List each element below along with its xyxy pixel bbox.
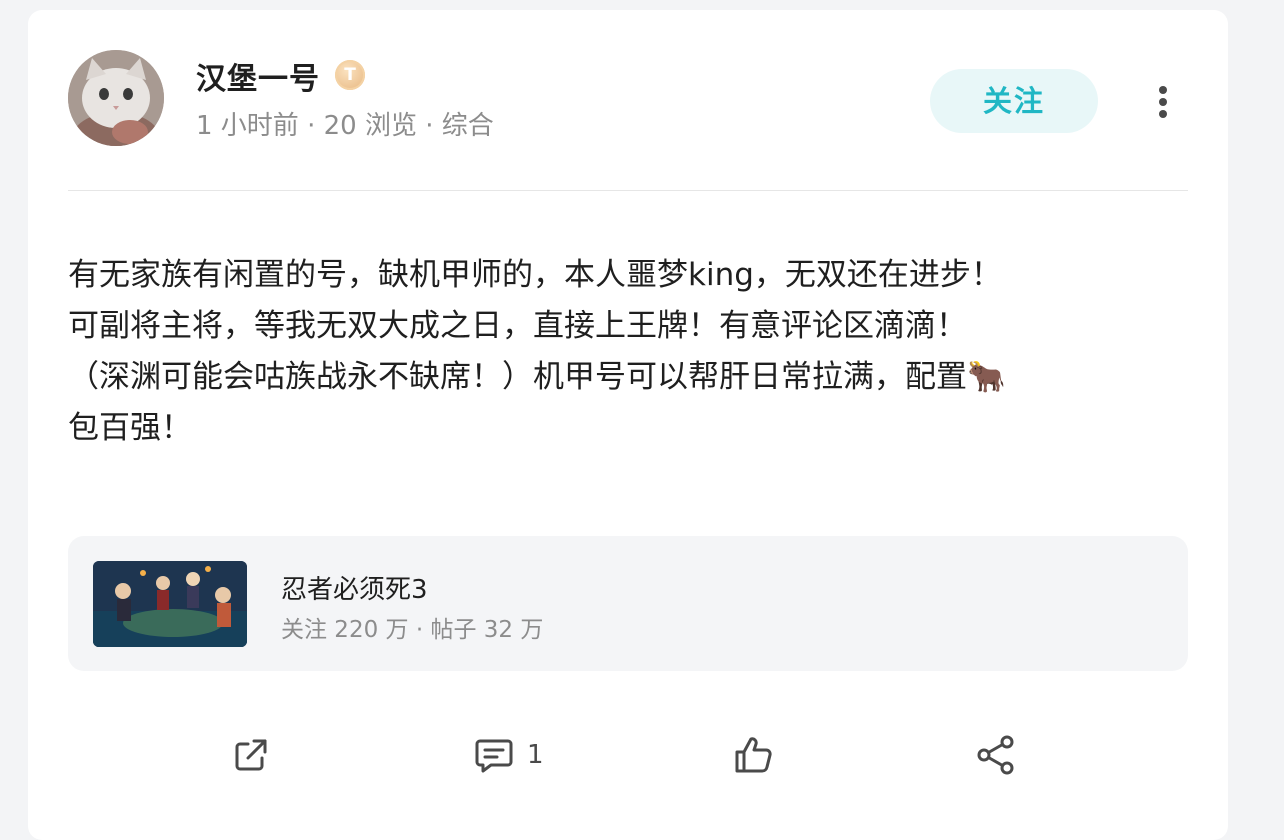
post-content-line: 有无家族有闲置的号，缺机甲师的，本人噩梦king，无双还在进步！ <box>68 257 1002 293</box>
avatar[interactable] <box>68 50 164 146</box>
like-button[interactable] <box>733 735 775 775</box>
game-art-image <box>93 561 247 647</box>
post-content-line: 可副将主将，等我无双大成之日，直接上王牌！有意评论区滴滴！ <box>68 308 967 344</box>
external-share-icon <box>235 739 267 771</box>
post-content-line: （深渊可能会咕族战永不缺席！）机甲号可以帮肝日常拉满，配置🐂 <box>68 359 1006 395</box>
post-content: 有无家族有闲置的号，缺机甲师的，本人噩梦king，无双还在进步！ 可副将主将，等… <box>68 250 1188 454</box>
comment-button[interactable]: 1 <box>473 735 544 775</box>
author-name[interactable]: 汉堡一号 <box>196 54 320 98</box>
comment-count: 1 <box>527 740 544 770</box>
follow-button[interactable]: 关注 <box>930 69 1098 133</box>
level-badge-icon: T <box>335 60 365 90</box>
share-icon <box>977 735 1014 775</box>
more-options-icon[interactable] <box>1148 80 1178 124</box>
post-card: 汉堡一号 T 1 小时前 · 20 浏览 · 综合 关注 有无家族有闲置的号，缺… <box>28 10 1228 840</box>
comment-icon <box>475 739 513 773</box>
post-meta: 1 小时前 · 20 浏览 · 综合 <box>196 111 494 141</box>
forum-stats: 关注 220 万 · 帖子 32 万 <box>281 617 544 643</box>
cat-avatar-image <box>68 50 164 146</box>
share-button[interactable] <box>975 735 1017 775</box>
like-icon <box>735 737 772 773</box>
forum-name: 忍者必须死3 <box>281 575 428 605</box>
header-divider <box>68 190 1188 191</box>
forum-link-card[interactable]: 忍者必须死3 关注 220 万 · 帖子 32 万 <box>68 536 1188 671</box>
forum-thumbnail <box>93 561 247 647</box>
post-content-line: 包百强！ <box>68 410 192 446</box>
external-share-button[interactable] <box>231 735 271 775</box>
